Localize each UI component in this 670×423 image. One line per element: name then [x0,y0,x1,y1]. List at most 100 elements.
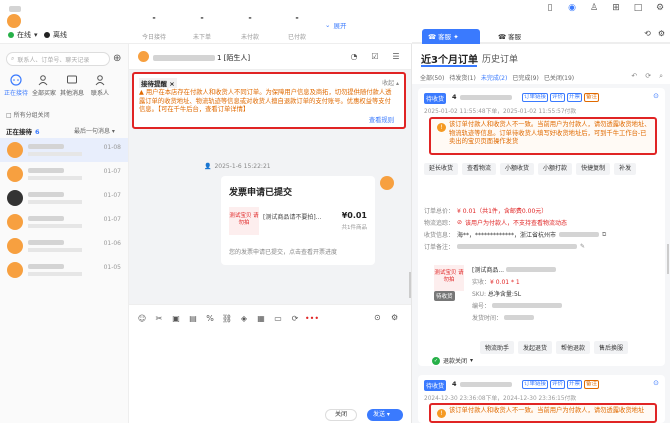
refresh-icon[interactable]: ⟲ [644,29,651,38]
grid-icon[interactable]: ⊞ [610,2,622,14]
group-toggle-label: 所有分组关闭 [13,112,50,119]
order-link-tag[interactable]: 订单链接 [522,380,549,389]
refresh-icon[interactable]: ⟳ [290,313,300,323]
chat-header: 1 [陌生人] ◔ ☑ ☰ [129,44,411,70]
sort-select[interactable]: 最后一句消息 ▾ [74,126,115,135]
notice-collapse-button[interactable]: 收起 ▴ [382,78,399,87]
composer-right-tools: ⊙ ⚙ [374,313,401,323]
review-tag[interactable]: 评价 [550,93,566,102]
chevron-down-icon: ▾ [470,357,474,364]
card-icon[interactable]: ▭ [273,313,283,323]
collapse-icon[interactable]: ⊙ [653,92,659,100]
quick-copy-button[interactable]: 快捷复制 [576,163,611,175]
remark-masked [457,244,578,249]
add-button[interactable]: ⊕ [113,53,121,64]
robot-icon[interactable]: ⊙ [374,313,384,323]
list-item[interactable]: 01-08 [0,138,128,162]
tab-history-orders[interactable]: 历史订单 [482,52,518,65]
return-button[interactable]: 发起退货 [518,341,553,354]
order-tools: ↶ ⟳ ⌕ [631,72,663,81]
product-ship-row: 发货时间： [472,313,534,322]
group-toggle[interactable]: □ 所有分组关闭 [6,110,50,119]
refund-button[interactable]: 帮他退款 [556,341,591,354]
list-item[interactable]: 01-06 [0,234,128,258]
invoice-card[interactable]: 发票申请已提交 测试宝贝 请勿拍 [测试商品请不要拍]... ¥0.01 共1件… [221,176,375,265]
settings-icon[interactable]: ⚙ [654,2,666,14]
conversation-sidebar: ⌕ 联系人、订单号、聊天记录 ⊕ 正在接待 全部买家 其他消息 联系人 □ 所有… [0,44,129,423]
product-thumbnail: 测试宝贝 请勿拍 [434,265,464,291]
extend-receipt-button[interactable]: 延长收货 [424,163,459,175]
search-icon[interactable]: ⌕ [659,72,663,81]
remark-tag[interactable]: 备注 [584,93,600,102]
tab-kefu-active[interactable]: ☎ 客服 ✦ [422,29,480,44]
review-tag[interactable]: 评价 [550,380,566,389]
refund-status[interactable]: ✓ 退款关闭 ▾ [432,356,473,365]
history-icon[interactable]: ◔ [348,50,360,62]
online-status[interactable]: 在线 ▾ [8,30,38,40]
more-icon[interactable]: ••• [305,313,319,323]
emoji-icon[interactable]: ☺ [137,313,147,323]
filter-all[interactable]: 全部(50) [420,73,444,82]
shield-icon[interactable]: ◈ [239,313,249,323]
gift-icon[interactable]: ▦ [256,313,266,323]
send-button[interactable]: 发送 ▾ [367,409,403,421]
remark-tag[interactable]: 备注 [584,380,600,389]
coupon-icon[interactable]: % [205,313,215,323]
scissors-icon[interactable]: ✂ [154,313,164,323]
refresh-icon[interactable]: ⟳ [645,72,651,81]
tab-contacts[interactable]: 联系人 [88,74,112,97]
filter-unfinished[interactable]: 未完成(2) [481,73,508,82]
link-icon[interactable]: ⛓ [222,313,232,323]
expand-button[interactable]: ⌄ 展开 [325,20,346,30]
filter-closed[interactable]: 已关闭(19) [544,73,574,82]
reissue-button[interactable]: 补发 [614,163,637,175]
settings-icon[interactable]: ⚙ [658,29,665,38]
edit-icon[interactable]: ✎ [580,243,585,250]
collapse-icon[interactable]: ⊙ [653,379,659,387]
file-icon[interactable]: ▤ [188,313,198,323]
search-input[interactable]: ⌕ 联系人、订单号、聊天记录 [6,52,110,66]
copy-icon[interactable]: ⧉ [602,231,606,239]
order-number: 4 [452,380,457,388]
warning-text: 该订单付款人和收货人不一致。当前用户为付款人，请勿透露收货地址、物流轨迹等信息。… [449,121,651,145]
view-rules-link[interactable]: 查看规则 [369,115,394,124]
avatar[interactable] [7,14,21,28]
avatar [7,190,23,206]
window-icon[interactable]: □ [632,2,644,14]
checklist-icon[interactable]: ☑ [369,50,381,62]
help-icon[interactable]: ◉ [566,2,578,14]
order-link-tag[interactable]: 订单链接 [522,93,549,102]
view-logistics-button[interactable]: 查看物流 [462,163,497,175]
tab-kefu[interactable]: ☎ 客服 [498,31,521,41]
small-payment-button[interactable]: 小额打款 [538,163,573,175]
list-item[interactable]: 01-07 [0,210,128,234]
list-item[interactable]: 01-05 [0,258,128,282]
invoice-tag[interactable]: 开票 [567,93,583,102]
tab-receiving[interactable]: 正在接待 [4,74,28,97]
right-tabs: ☎ 客服 ✦ ☎ 客服 ⟲ ⚙ [412,25,670,44]
tab-recent-orders[interactable]: 近3个月订单 [421,51,478,66]
list-item[interactable]: 01-07 [0,162,128,186]
order-filters: 全部(50) 待发货(1) 未完成(2) 已完成(9) 已关闭(19) [420,73,574,82]
close-button[interactable]: 关闭 [325,409,357,421]
filter-to-ship[interactable]: 待发货(1) [449,73,476,82]
order-tags: 订单链接 评价 开票 备注 [522,93,600,102]
leave-status[interactable]: 离线 [44,30,67,40]
menu-icon[interactable]: ☰ [390,50,402,62]
active-tab-indicator [421,65,477,67]
tab-all-buyers[interactable]: 全部买家 [32,74,56,97]
settings-icon[interactable]: ⚙ [391,313,401,323]
after-sale-button[interactable]: 售后换服 [594,341,629,354]
list-item[interactable]: 01-07 [0,186,128,210]
phone-icon[interactable]: ▯ [544,2,556,14]
invoice-tag[interactable]: 开票 [567,380,583,389]
undo-icon[interactable]: ↶ [631,72,637,81]
image-icon[interactable]: ▣ [171,313,181,323]
product-code-row: 编号： [472,301,562,310]
logistics-helper-button[interactable]: 物流助手 [480,341,515,354]
shirt-icon[interactable]: ♙ [588,2,600,14]
scrollbar[interactable] [667,244,669,274]
small-receipt-button[interactable]: 小额收货 [500,163,535,175]
filter-finished[interactable]: 已完成(9) [512,73,539,82]
tab-other-messages[interactable]: 其他消息 [60,74,84,97]
